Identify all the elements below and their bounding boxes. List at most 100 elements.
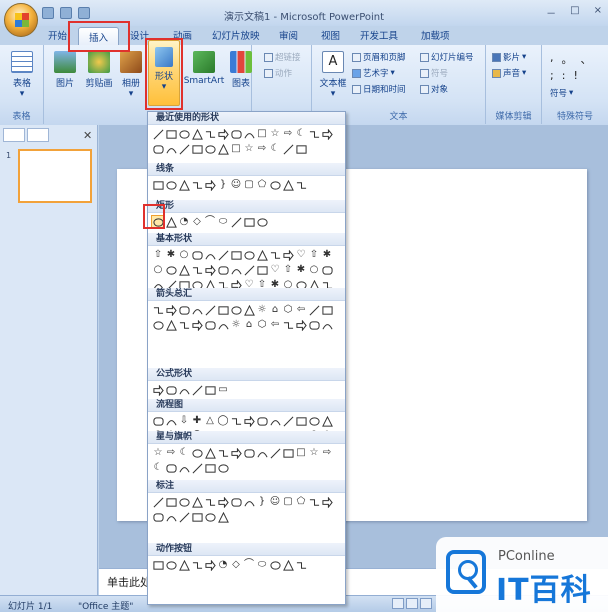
shape-icon[interactable] bbox=[191, 447, 203, 459]
tab-slideshow[interactable]: 幻灯片放映 bbox=[212, 28, 260, 42]
shape-icon[interactable] bbox=[165, 462, 177, 474]
shape-icon[interactable]: □ bbox=[230, 143, 242, 155]
shape-icon[interactable] bbox=[204, 179, 216, 191]
shape-icon[interactable] bbox=[191, 249, 203, 261]
header-footer-button[interactable]: 页眉和页脚 bbox=[352, 51, 406, 63]
shape-icon[interactable] bbox=[243, 304, 255, 316]
shape-icon[interactable] bbox=[282, 415, 294, 427]
shape-icon[interactable] bbox=[165, 384, 177, 396]
shape-icon[interactable] bbox=[204, 264, 216, 276]
shape-icon[interactable] bbox=[152, 128, 164, 140]
shape-icon[interactable] bbox=[204, 304, 216, 316]
shape-icon[interactable] bbox=[269, 447, 281, 459]
shape-icon[interactable] bbox=[243, 447, 255, 459]
shape-icon[interactable] bbox=[321, 319, 333, 331]
shape-icon[interactable] bbox=[269, 559, 281, 571]
shape-icon[interactable]: ⇨ bbox=[256, 143, 268, 155]
shape-icon[interactable]: ⬠ bbox=[256, 179, 268, 191]
shape-icon[interactable] bbox=[230, 447, 242, 459]
shape-icon[interactable] bbox=[321, 496, 333, 508]
picture-button[interactable]: 图片 bbox=[52, 51, 78, 89]
shape-icon[interactable]: ◇ bbox=[230, 559, 242, 571]
shape-icon[interactable] bbox=[178, 264, 190, 276]
shape-icon[interactable] bbox=[204, 559, 216, 571]
shape-icon[interactable]: ○ bbox=[308, 264, 320, 276]
outline-tab[interactable] bbox=[27, 128, 49, 142]
shape-icon[interactable] bbox=[165, 304, 177, 316]
shape-icon[interactable] bbox=[152, 179, 164, 191]
shape-icon[interactable] bbox=[321, 415, 333, 427]
shape-icon[interactable]: ▭ bbox=[217, 384, 229, 396]
shape-icon[interactable] bbox=[191, 559, 203, 571]
shape-icon[interactable] bbox=[243, 415, 255, 427]
office-button[interactable] bbox=[4, 3, 38, 37]
symbol-button[interactable]: 符号 bbox=[420, 67, 448, 79]
shape-icon[interactable] bbox=[269, 415, 281, 427]
shape-icon[interactable] bbox=[165, 143, 177, 155]
tab-addins[interactable]: 加载项 bbox=[421, 28, 450, 42]
shape-icon[interactable]: ⌒ bbox=[204, 216, 216, 228]
sound-button[interactable]: 声音 ▾ bbox=[492, 67, 526, 79]
shape-icon[interactable]: ⇨ bbox=[321, 447, 333, 459]
shape-icon[interactable] bbox=[152, 304, 164, 316]
symbol-semicolon[interactable]: ; bbox=[550, 69, 554, 82]
symbol-period[interactable]: 。 bbox=[562, 51, 573, 67]
shape-icon[interactable]: ♡ bbox=[269, 264, 281, 276]
shape-icon[interactable]: ✱ bbox=[295, 264, 307, 276]
shape-icon[interactable] bbox=[191, 264, 203, 276]
shape-icon[interactable]: ◔ bbox=[217, 559, 229, 571]
shape-icon[interactable] bbox=[282, 143, 294, 155]
shape-icon[interactable]: ⌂ bbox=[243, 319, 255, 331]
shape-icon[interactable] bbox=[308, 304, 320, 316]
shape-icon[interactable] bbox=[256, 216, 268, 228]
shape-icon[interactable] bbox=[217, 304, 229, 316]
shape-icon[interactable]: } bbox=[217, 179, 229, 191]
shape-icon[interactable] bbox=[191, 511, 203, 523]
shape-icon[interactable] bbox=[152, 415, 164, 427]
maximize-button[interactable]: □ bbox=[570, 5, 579, 20]
normal-view-button[interactable] bbox=[392, 598, 404, 609]
wordart-button[interactable]: 艺术字 ▾ bbox=[352, 67, 395, 79]
object-button[interactable]: 对象 bbox=[420, 83, 448, 95]
shape-icon[interactable]: ☾ bbox=[269, 143, 281, 155]
shape-icon[interactable] bbox=[178, 384, 190, 396]
movie-button[interactable]: 影片 ▾ bbox=[492, 51, 526, 63]
shape-icon[interactable] bbox=[217, 319, 229, 331]
shape-icon[interactable]: ⇧ bbox=[282, 264, 294, 276]
shape-icon[interactable] bbox=[152, 496, 164, 508]
shape-icon[interactable] bbox=[191, 304, 203, 316]
shape-icon[interactable] bbox=[269, 179, 281, 191]
shape-icon[interactable] bbox=[321, 128, 333, 140]
action-button[interactable]: 动作 bbox=[264, 67, 292, 79]
shape-icon[interactable] bbox=[178, 319, 190, 331]
tab-review[interactable]: 审阅 bbox=[279, 28, 298, 42]
shape-icon[interactable]: ⬡ bbox=[256, 319, 268, 331]
table-button[interactable]: 表格 ▾ bbox=[9, 51, 35, 99]
shape-icon[interactable]: } bbox=[256, 496, 268, 508]
shape-icon[interactable] bbox=[165, 511, 177, 523]
shape-icon[interactable]: ⬭ bbox=[256, 559, 268, 571]
shape-icon[interactable]: ⇦ bbox=[295, 304, 307, 316]
shape-icon[interactable] bbox=[295, 179, 307, 191]
sorter-view-button[interactable] bbox=[406, 598, 418, 609]
close-icon[interactable]: ✕ bbox=[83, 129, 92, 142]
shape-icon[interactable] bbox=[308, 319, 320, 331]
datetime-button[interactable]: 日期和时间 bbox=[352, 83, 406, 95]
shape-icon[interactable] bbox=[191, 128, 203, 140]
shape-icon[interactable]: ◔ bbox=[178, 216, 190, 228]
slides-tab[interactable] bbox=[3, 128, 25, 142]
shape-icon[interactable] bbox=[295, 319, 307, 331]
shape-icon[interactable] bbox=[243, 128, 255, 140]
shape-icon[interactable]: ▢ bbox=[243, 179, 255, 191]
shape-icon[interactable]: ☆ bbox=[243, 143, 255, 155]
shape-icon[interactable] bbox=[256, 447, 268, 459]
shape-icon[interactable] bbox=[217, 249, 229, 261]
shape-icon[interactable] bbox=[204, 496, 216, 508]
shape-icon[interactable]: △ bbox=[204, 415, 216, 427]
shape-icon[interactable]: ⇧ bbox=[152, 249, 164, 261]
shape-icon[interactable] bbox=[165, 179, 177, 191]
shape-icon[interactable]: □ bbox=[295, 447, 307, 459]
shape-icon[interactable] bbox=[217, 496, 229, 508]
shape-icon[interactable]: ☆ bbox=[152, 447, 164, 459]
shape-icon[interactable] bbox=[204, 511, 216, 523]
